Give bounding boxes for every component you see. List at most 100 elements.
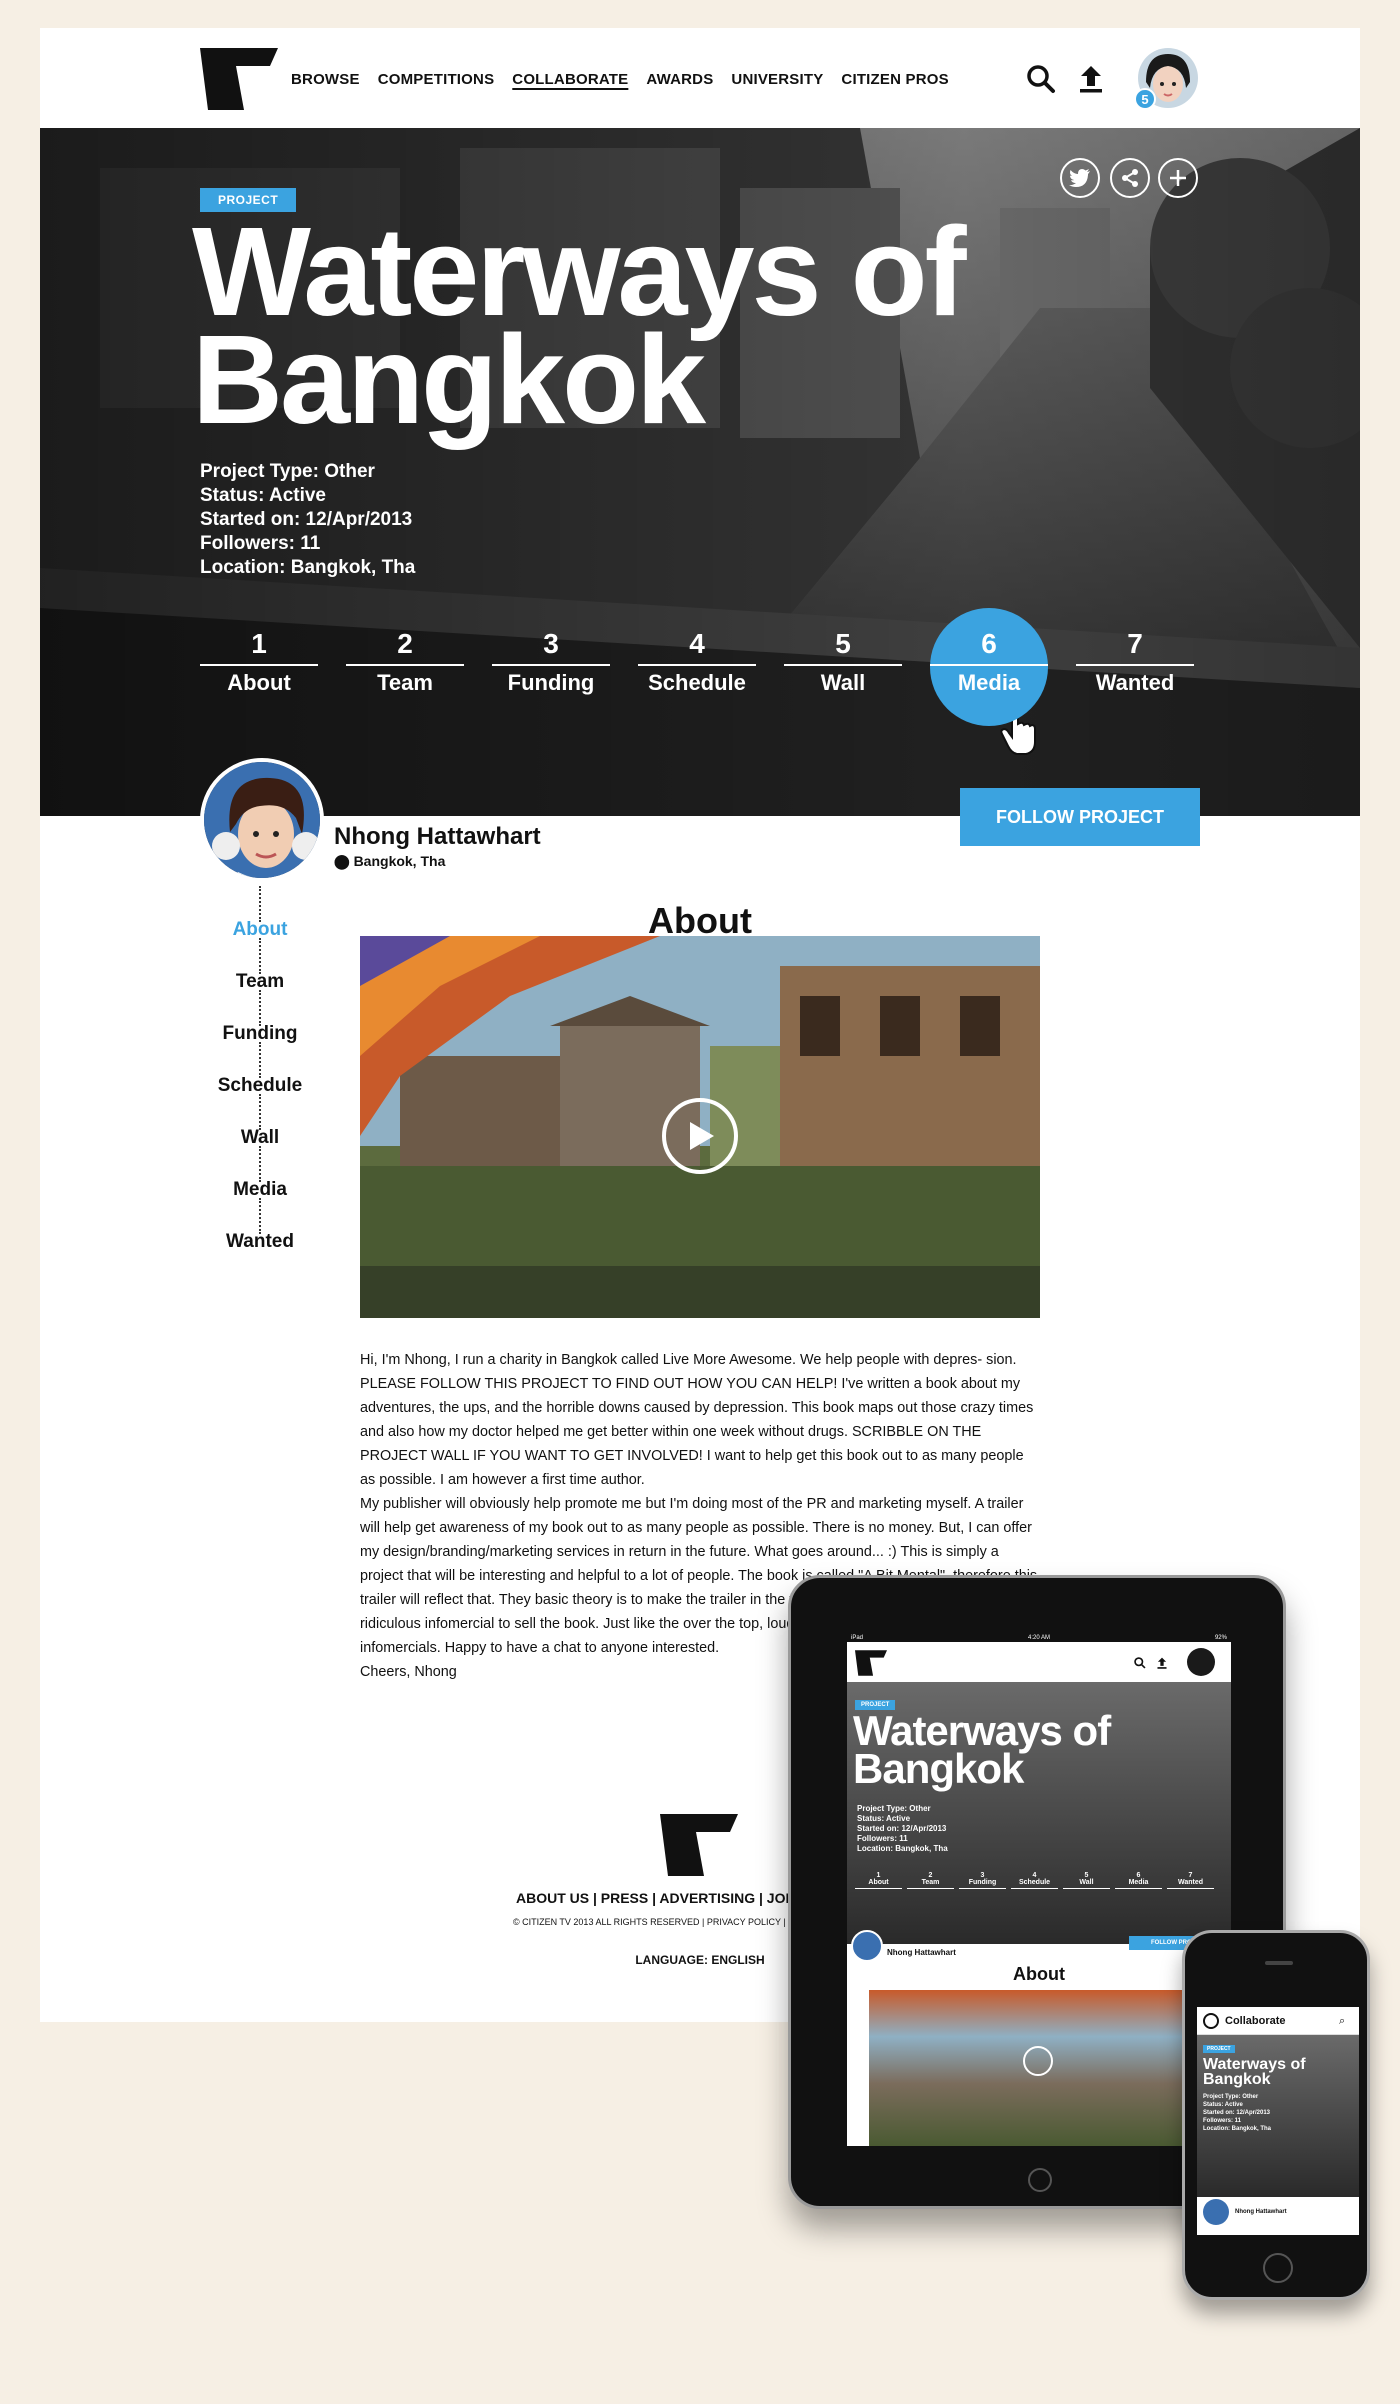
step-number: 6 xyxy=(981,628,997,659)
twitter-share-button[interactable] xyxy=(1060,158,1100,198)
tablet-project-title: Waterways of Bangkok xyxy=(853,1707,1111,1792)
phone-meta-type: Project Type: Other xyxy=(1203,2094,1259,2100)
twitter-icon xyxy=(1069,169,1090,187)
upload-icon[interactable] xyxy=(1074,62,1108,96)
tablet-step-label: Media xyxy=(1128,1879,1149,1886)
tablet-step-number: 1 xyxy=(876,1872,881,1879)
top-navigation-bar: BROWSE COMPETITIONS COLLABORATE AWARDS U… xyxy=(40,28,1360,128)
tablet-step-label: Funding xyxy=(968,1879,997,1886)
nav-awards[interactable]: AWARDS xyxy=(646,71,713,88)
sidenav-schedule[interactable]: Schedule xyxy=(200,1076,320,1095)
phone-author-name: Nhong Hattawhart xyxy=(1235,2209,1287,2215)
tablet-status-device: iPad xyxy=(851,1635,864,1641)
tablet-search-icon xyxy=(1134,1657,1146,1669)
step-label: Wanted xyxy=(1095,670,1175,695)
step-label: Funding xyxy=(507,670,595,695)
sidenav-about[interactable]: About xyxy=(200,920,320,939)
section-side-nav: About Team Funding Schedule Wall Media W… xyxy=(200,886,320,1251)
project-hero: PROJECT Waterways of Bangkok Project Typ… xyxy=(40,128,1360,816)
sidenav-wanted[interactable]: Wanted xyxy=(200,1232,320,1251)
tablet-step-label: Wanted xyxy=(1177,1879,1204,1886)
citizen-logo[interactable] xyxy=(200,48,278,110)
sidenav-funding[interactable]: Funding xyxy=(200,1024,320,1043)
plus-icon xyxy=(1170,170,1186,186)
step-team[interactable]: 2 Team xyxy=(346,628,464,696)
step-media[interactable]: 6 Media xyxy=(930,608,1048,726)
tablet-screen: iPad 4:20 AM 92% PROJECT Waterways of Ba… xyxy=(847,1634,1231,2146)
sidenav-media[interactable]: Media xyxy=(200,1180,320,1199)
footer-logo[interactable] xyxy=(659,1814,739,1876)
tablet-step-label: Wall xyxy=(1079,1879,1094,1886)
tablet-about-heading: About xyxy=(1013,1964,1065,1984)
step-about[interactable]: 1 About xyxy=(200,628,318,696)
tablet-step-number: 7 xyxy=(1188,1872,1193,1879)
tablet-home-button xyxy=(1028,2168,1052,2192)
share-button[interactable] xyxy=(1110,158,1150,198)
step-schedule[interactable]: 4 Schedule xyxy=(638,628,756,696)
phone-meta-started: Started on: 12/Apr/2013 xyxy=(1203,2110,1271,2116)
search-icon[interactable] xyxy=(1024,62,1058,96)
phone-meta-status: Status: Active xyxy=(1203,2102,1243,2108)
step-wall[interactable]: 5 Wall xyxy=(784,628,902,696)
phone-meta-followers: Followers: 11 xyxy=(1203,2118,1242,2124)
author-avatar[interactable] xyxy=(200,758,324,882)
phone-home-button xyxy=(1263,2253,1293,2283)
main-nav: BROWSE COMPETITIONS COLLABORATE AWARDS U… xyxy=(291,71,949,88)
step-label: Wall xyxy=(820,670,866,695)
tablet-meta-followers: Followers: 11 xyxy=(857,1834,908,1843)
tablet-step-label: Schedule xyxy=(1018,1879,1051,1886)
tablet-meta-type: Project Type: Other xyxy=(857,1804,931,1813)
nav-competitions[interactable]: COMPETITIONS xyxy=(378,71,495,88)
step-label: Media xyxy=(957,670,1021,695)
tablet-author-name: Nhong Hattawhart xyxy=(887,1948,956,1957)
step-label: Schedule xyxy=(648,670,746,695)
meta-started: Started on: 12/Apr/2013 xyxy=(200,509,413,530)
sidenav-team[interactable]: Team xyxy=(200,972,320,991)
notification-badge: 5 xyxy=(1134,88,1156,110)
author-name[interactable]: Nhong Hattawhart xyxy=(334,823,541,851)
sidenav-wall[interactable]: Wall xyxy=(200,1128,320,1147)
step-number: 3 xyxy=(543,628,559,659)
step-number: 4 xyxy=(689,628,705,659)
add-button[interactable] xyxy=(1158,158,1198,198)
nav-university[interactable]: UNIVERSITY xyxy=(731,71,823,88)
step-funding[interactable]: 3 Funding xyxy=(492,628,610,696)
tablet-upload-icon xyxy=(1157,1657,1167,1669)
tablet-step-number: 3 xyxy=(980,1872,985,1879)
tablet-step-number: 5 xyxy=(1084,1872,1089,1879)
nav-citizen-pros[interactable]: CITIZEN PROS xyxy=(841,71,948,88)
follow-project-button[interactable]: FOLLOW PROJECT xyxy=(960,788,1200,846)
phone-mockup: Collaborate ⌕ PROJECT Waterways of Bangk… xyxy=(1182,1930,1370,2300)
about-paragraph: Hi, I'm Nhong, I run a charity in Bangko… xyxy=(360,1352,1034,1488)
tablet-logo xyxy=(855,1650,887,1676)
tablet-meta-started: Started on: 12/Apr/2013 xyxy=(857,1824,947,1833)
step-number: 2 xyxy=(397,628,413,659)
share-icon xyxy=(1122,169,1138,187)
nav-collaborate[interactable]: COLLABORATE xyxy=(512,71,628,88)
step-label: Team xyxy=(377,670,433,695)
step-label: About xyxy=(227,670,291,695)
step-number: 7 xyxy=(1127,628,1143,659)
project-title: Waterways of Bangkok xyxy=(192,201,967,450)
project-meta: Project Type: Other Status: Active Start… xyxy=(200,460,415,580)
meta-followers: Followers: 11 xyxy=(200,533,321,554)
phone-screen: Collaborate ⌕ PROJECT Waterways of Bangk… xyxy=(1197,2007,1359,2235)
tablet-meta-status: Status: Active xyxy=(857,1814,911,1823)
phone-project-title: Waterways of Bangkok xyxy=(1203,2056,1306,2088)
nav-browse[interactable]: BROWSE xyxy=(291,71,360,88)
step-number: 5 xyxy=(835,628,851,659)
author-location: ⬤ Bangkok, Tha xyxy=(334,853,445,870)
tablet-step-number: 4 xyxy=(1032,1872,1037,1879)
meta-location: Location: Bangkok, Tha xyxy=(200,557,416,578)
tablet-step-label: Team xyxy=(921,1879,940,1886)
phone-search-icon: ⌕ xyxy=(1339,2015,1346,2027)
tablet-status-battery: 92% xyxy=(1214,1635,1227,1641)
project-steps: 1 About 2 Team 3 Funding 4 Schedule 5 Wall 6 M… xyxy=(200,608,1194,726)
meta-type: Project Type: Other xyxy=(200,461,375,482)
meta-status: Status: Active xyxy=(200,485,326,506)
phone-title: Collaborate xyxy=(1225,2015,1286,2027)
play-icon[interactable] xyxy=(682,1118,718,1154)
tablet-step-number: 6 xyxy=(1136,1872,1141,1879)
about-video-player[interactable] xyxy=(360,936,1040,1318)
step-wanted[interactable]: 7 Wanted xyxy=(1076,628,1194,696)
